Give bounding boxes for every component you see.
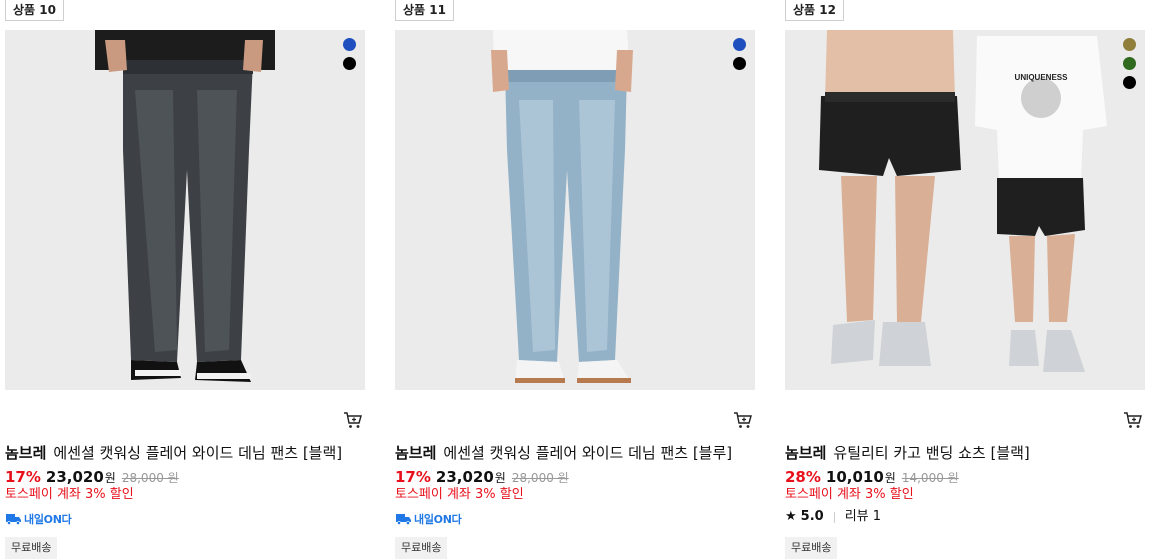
product-title[interactable]: 놈브레 에센셜 캣워싱 플레어 와이드 데님 팬츠 [블루] bbox=[395, 443, 755, 463]
color-swatch[interactable] bbox=[1123, 57, 1136, 70]
delivery-badge: 내일ON다 bbox=[5, 510, 72, 528]
product-brand[interactable]: 놈브레 bbox=[5, 444, 46, 462]
cart-add-icon[interactable] bbox=[343, 411, 363, 429]
sale-price: 23,020 bbox=[435, 468, 494, 486]
delivery-badge: 내일ON다 bbox=[395, 510, 462, 528]
product-image[interactable] bbox=[395, 30, 755, 390]
rating-score: 5.0 bbox=[800, 509, 824, 524]
currency-unit: 원 bbox=[104, 471, 116, 485]
delivery-truck-icon bbox=[396, 514, 411, 525]
color-swatch[interactable] bbox=[343, 38, 356, 51]
color-swatch[interactable] bbox=[1123, 38, 1136, 51]
color-swatches bbox=[1123, 38, 1136, 89]
free-shipping-tag: 무료배송 bbox=[395, 537, 448, 559]
product-image[interactable]: UNIQUENESS bbox=[785, 30, 1145, 390]
product-badge: 상품 10 bbox=[5, 0, 64, 21]
delivery-label: 내일ON다 bbox=[24, 513, 72, 526]
product-title[interactable]: 놈브레 유틸리티 카고 밴딩 쇼츠 [블랙] bbox=[785, 443, 1145, 463]
free-shipping-tag: 무료배송 bbox=[5, 537, 58, 559]
star-icon: ★ bbox=[785, 509, 797, 524]
free-shipping-tag: 무료배송 bbox=[785, 537, 838, 559]
price-row: 17% 23,020원 28,000 원 bbox=[395, 468, 569, 487]
review-count[interactable]: 리뷰 1 bbox=[845, 508, 881, 526]
color-swatch[interactable] bbox=[733, 57, 746, 70]
color-swatch[interactable] bbox=[1123, 76, 1136, 89]
product-photo-jeans-blue bbox=[395, 30, 755, 390]
tee-print-text: UNIQUENESS bbox=[1015, 73, 1069, 82]
discount-rate: 17% bbox=[5, 468, 41, 486]
product-photo-jeans-black bbox=[5, 30, 365, 390]
color-swatch[interactable] bbox=[733, 38, 746, 51]
cart-add-icon[interactable] bbox=[1123, 411, 1143, 429]
rating-row: ★ 5.0 리뷰 1 bbox=[785, 508, 881, 526]
product-name[interactable]: 에센셜 캣워싱 플레어 와이드 데님 팬츠 [블랙] bbox=[53, 444, 342, 462]
promo-text: 토스페이 계좌 3% 할인 bbox=[785, 487, 914, 502]
price-row: 28% 10,010원 14,000 원 bbox=[785, 468, 959, 487]
product-badge: 상품 11 bbox=[395, 0, 454, 21]
currency-unit: 원 bbox=[884, 471, 896, 485]
product-badge: 상품 12 bbox=[785, 0, 844, 21]
product-photo-cargo-shorts: UNIQUENESS bbox=[785, 30, 1145, 390]
sale-price: 23,020 bbox=[45, 468, 104, 486]
product-name[interactable]: 에센셜 캣워싱 플레어 와이드 데님 팬츠 [블루] bbox=[443, 444, 732, 462]
original-price: 28,000 원 bbox=[121, 471, 179, 485]
promo-text: 토스페이 계좌 3% 할인 bbox=[5, 487, 134, 502]
product-name[interactable]: 유틸리티 카고 밴딩 쇼츠 [블랙] bbox=[833, 444, 1029, 462]
divider bbox=[833, 511, 835, 523]
currency-unit: 원 bbox=[494, 471, 506, 485]
original-price: 28,000 원 bbox=[511, 471, 569, 485]
original-price: 14,000 원 bbox=[901, 471, 959, 485]
color-swatches bbox=[733, 38, 746, 70]
product-brand[interactable]: 놈브레 bbox=[395, 444, 436, 462]
product-brand[interactable]: 놈브레 bbox=[785, 444, 826, 462]
product-card[interactable]: 상품 10 놈브레 에센셜 캣워싱 플레어 와이드 데님 팬츠 [블랙] 17%… bbox=[5, 0, 365, 559]
cart-add-icon[interactable] bbox=[733, 411, 753, 429]
product-image[interactable] bbox=[5, 30, 365, 390]
product-card[interactable]: 상품 11 놈브레 에센셜 캣워싱 플레어 와이드 데님 팬츠 [블루] 17%… bbox=[395, 0, 755, 559]
color-swatches bbox=[343, 38, 356, 70]
discount-rate: 17% bbox=[395, 468, 431, 486]
delivery-truck-icon bbox=[6, 514, 21, 525]
promo-text: 토스페이 계좌 3% 할인 bbox=[395, 487, 524, 502]
price-row: 17% 23,020원 28,000 원 bbox=[5, 468, 179, 487]
product-card[interactable]: 상품 12 UNIQUENESS 놈브레 유틸리티 카고 밴딩 쇼츠 [블랙] … bbox=[785, 0, 1145, 559]
color-swatch[interactable] bbox=[343, 57, 356, 70]
product-title[interactable]: 놈브레 에센셜 캣워싱 플레어 와이드 데님 팬츠 [블랙] bbox=[5, 443, 365, 463]
sale-price: 10,010 bbox=[825, 468, 884, 486]
delivery-label: 내일ON다 bbox=[414, 513, 462, 526]
discount-rate: 28% bbox=[785, 468, 821, 486]
